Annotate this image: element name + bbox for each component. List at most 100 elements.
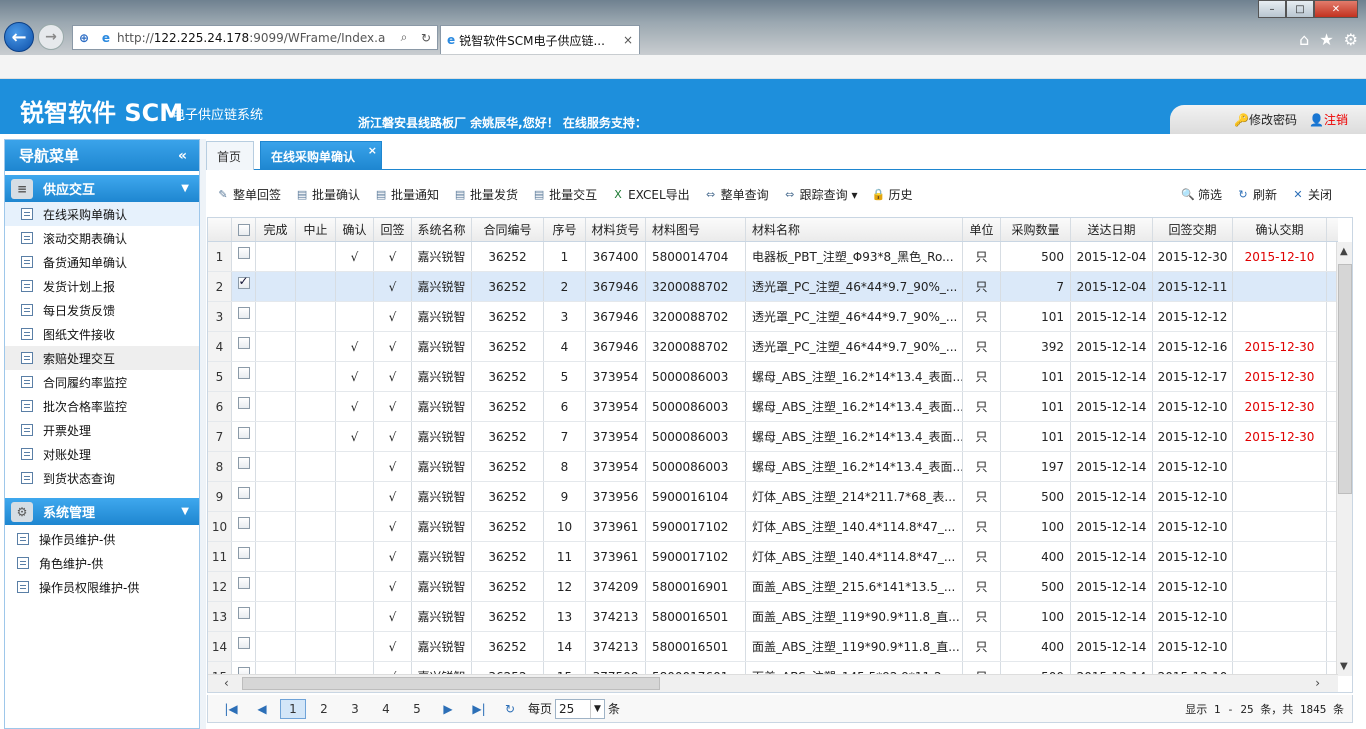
cell-cb[interactable] — [232, 392, 256, 421]
row-checkbox[interactable] — [237, 607, 250, 619]
table-row[interactable]: 14 √ 嘉兴锐智 36252 14 374213 5800016501 面盖_ABS_注塑_… — [208, 632, 1338, 662]
next-page-icon[interactable]: ▶ — [435, 699, 461, 719]
settings-gear-icon[interactable]: ⚙ — [1344, 30, 1358, 49]
column-header[interactable]: 材料货号 — [586, 218, 646, 241]
page-1-button[interactable]: 1 — [280, 698, 306, 719]
column-header[interactable]: 中止 — [296, 218, 336, 241]
column-header[interactable]: 回签 — [374, 218, 412, 241]
table-row[interactable]: 4 √ √ 嘉兴锐智 36252 4 367946 3200088702 透光罩_PC_注塑_4… — [208, 332, 1338, 362]
track-query-button[interactable]: ⇔ 跟踪查询 ▾ — [783, 186, 857, 203]
cell-cb[interactable] — [232, 272, 256, 301]
cell-cb[interactable] — [232, 482, 256, 511]
cell-cb[interactable] — [232, 302, 256, 331]
sidebar-item[interactable]: 批次合格率监控 — [5, 394, 199, 418]
cell-cb[interactable] — [232, 422, 256, 451]
minimize-button[interactable]: – — [1258, 0, 1286, 18]
close-button[interactable]: ✕ 关闭 — [1291, 186, 1332, 203]
last-page-icon[interactable]: ▶| — [466, 699, 492, 719]
row-checkbox[interactable] — [237, 397, 250, 409]
row-checkbox[interactable] — [237, 247, 250, 259]
cell-cb[interactable] — [232, 452, 256, 481]
address-bar[interactable]: ⊕ e http://122.225.24.178:9099/WFrame/In… — [72, 25, 438, 50]
cell-cb[interactable] — [232, 572, 256, 601]
row-checkbox[interactable] — [237, 637, 250, 649]
refresh-icon[interactable]: ↻ — [417, 29, 435, 47]
table-row[interactable]: 1 √ √ 嘉兴锐智 36252 1 367400 5800014704 电器板_PBT_注塑_… — [208, 242, 1338, 272]
first-page-icon[interactable]: |◀ — [218, 699, 244, 719]
tab-online-po-confirm[interactable]: 在线采购单确认 × — [260, 141, 382, 170]
table-row[interactable]: 5 √ √ 嘉兴锐智 36252 5 373954 5000086003 螺母_ABS_注塑_1… — [208, 362, 1338, 392]
sidebar-item[interactable]: 在线采购单确认 — [5, 202, 199, 226]
row-checkbox[interactable] — [237, 367, 250, 379]
table-row[interactable]: 10 √ 嘉兴锐智 36252 10 373961 5900017102 灯体_ABS_注塑_… — [208, 512, 1338, 542]
row-checkbox[interactable] — [237, 307, 250, 319]
row-checkbox[interactable] — [237, 517, 250, 529]
order-query-button[interactable]: ⇔ 整单查询 — [704, 186, 769, 203]
scroll-right-icon[interactable]: › — [1315, 676, 1320, 690]
horizontal-scrollbar[interactable]: ‹ › — [208, 674, 1338, 692]
cell-cb[interactable] — [232, 602, 256, 631]
table-row[interactable]: 11 √ 嘉兴锐智 36252 11 373961 5900017102 灯体_ABS_注塑_… — [208, 542, 1338, 572]
cell-cb[interactable] — [232, 332, 256, 361]
column-header[interactable]: 采购数量 — [1001, 218, 1071, 241]
filter-button[interactable]: 🔍 筛选 — [1181, 186, 1222, 203]
reload-icon[interactable]: ↻ — [497, 699, 523, 719]
sidebar-item[interactable]: 滚动交期表确认 — [5, 226, 199, 250]
table-row[interactable]: 13 √ 嘉兴锐智 36252 13 374213 5800016501 面盖_ABS_注塑_… — [208, 602, 1338, 632]
sidebar-item[interactable]: 开票处理 — [5, 418, 199, 442]
column-header[interactable]: 合同编号 — [472, 218, 544, 241]
collapse-sidebar-icon[interactable]: « — [178, 148, 187, 164]
row-checkbox[interactable] — [237, 547, 250, 559]
table-row[interactable]: 9 √ 嘉兴锐智 36252 9 373956 5900016104 灯体_ABS_注塑_21… — [208, 482, 1338, 512]
select-all-checkbox[interactable] — [237, 223, 250, 236]
tab-home[interactable]: 首页 — [206, 141, 254, 170]
row-checkbox[interactable] — [237, 577, 250, 589]
logout-link[interactable]: 👤注销 — [1309, 111, 1348, 128]
column-header[interactable]: 送达日期 — [1071, 218, 1153, 241]
per-page-select[interactable]: 25 ▼ — [555, 698, 606, 719]
browser-tab[interactable]: e 锐智软件SCM电子供应链... × — [440, 25, 640, 54]
column-header[interactable]: 完成 — [256, 218, 296, 241]
table-row[interactable]: 7 √ √ 嘉兴锐智 36252 7 373954 5000086003 螺母_ABS_注塑_1… — [208, 422, 1338, 452]
vertical-scrollbar[interactable]: ▲ ▼ — [1336, 242, 1352, 676]
cell-cb[interactable] — [232, 632, 256, 661]
sidebar-item[interactable]: 角色维护-供 — [5, 551, 199, 575]
scroll-thumb[interactable] — [242, 677, 660, 690]
page-2-button[interactable]: 2 — [311, 699, 337, 719]
forward-button[interactable]: → — [38, 24, 64, 50]
favorites-star-icon[interactable]: ★ — [1319, 30, 1333, 49]
batch-confirm-button[interactable]: ▤ 批量确认 — [295, 186, 360, 203]
batch-notify-button[interactable]: ▤ 批量通知 — [374, 186, 439, 203]
cell-cb[interactable] — [232, 362, 256, 391]
prev-page-icon[interactable]: ◀ — [249, 699, 275, 719]
scroll-thumb[interactable] — [1338, 264, 1352, 494]
page-3-button[interactable]: 3 — [342, 699, 368, 719]
column-header[interactable]: 序号 — [544, 218, 586, 241]
cell-cb[interactable] — [232, 512, 256, 541]
sidebar-item[interactable]: 图纸文件接收 — [5, 322, 199, 346]
home-icon[interactable]: ⌂ — [1299, 30, 1309, 49]
cell-cb[interactable] — [232, 242, 256, 271]
sidebar-item[interactable]: 索赔处理交互 — [5, 346, 199, 370]
row-checkbox[interactable] — [237, 487, 250, 499]
history-button[interactable]: 🔒 历史 — [872, 186, 913, 203]
address-url[interactable]: http://122.225.24.178:9099/WFrame/Index.… — [117, 31, 385, 45]
sidebar-item[interactable]: 操作员权限维护-供 — [5, 575, 199, 599]
maximize-button[interactable]: □ — [1286, 0, 1314, 18]
scroll-left-icon[interactable]: ‹ — [224, 676, 229, 690]
sidebar-item[interactable]: 发货计划上报 — [5, 274, 199, 298]
excel-export-button[interactable]: X EXCEL导出 — [611, 186, 689, 203]
cell-cb[interactable] — [232, 542, 256, 571]
sidebar-item[interactable]: 操作员维护-供 — [5, 527, 199, 551]
column-header[interactable]: 确认 — [336, 218, 374, 241]
sidebar-group-supply[interactable]: ≡ 供应交互 ▼ — [5, 175, 199, 202]
table-row[interactable]: 2√嘉兴锐智3625223679463200088702透光罩_PC_注塑_46… — [208, 272, 1338, 302]
table-row[interactable]: 12 √ 嘉兴锐智 36252 12 374209 5800016901 面盖_ABS_注塑_… — [208, 572, 1338, 602]
row-checkbox[interactable] — [237, 427, 250, 439]
close-window-button[interactable]: ✕ — [1314, 0, 1358, 18]
page-4-button[interactable]: 4 — [373, 699, 399, 719]
sidebar-item[interactable]: 对账处理 — [5, 442, 199, 466]
row-checkbox[interactable] — [237, 457, 250, 469]
scroll-down-icon[interactable]: ▼ — [1340, 661, 1348, 672]
column-header[interactable]: 系统名称 — [412, 218, 472, 241]
